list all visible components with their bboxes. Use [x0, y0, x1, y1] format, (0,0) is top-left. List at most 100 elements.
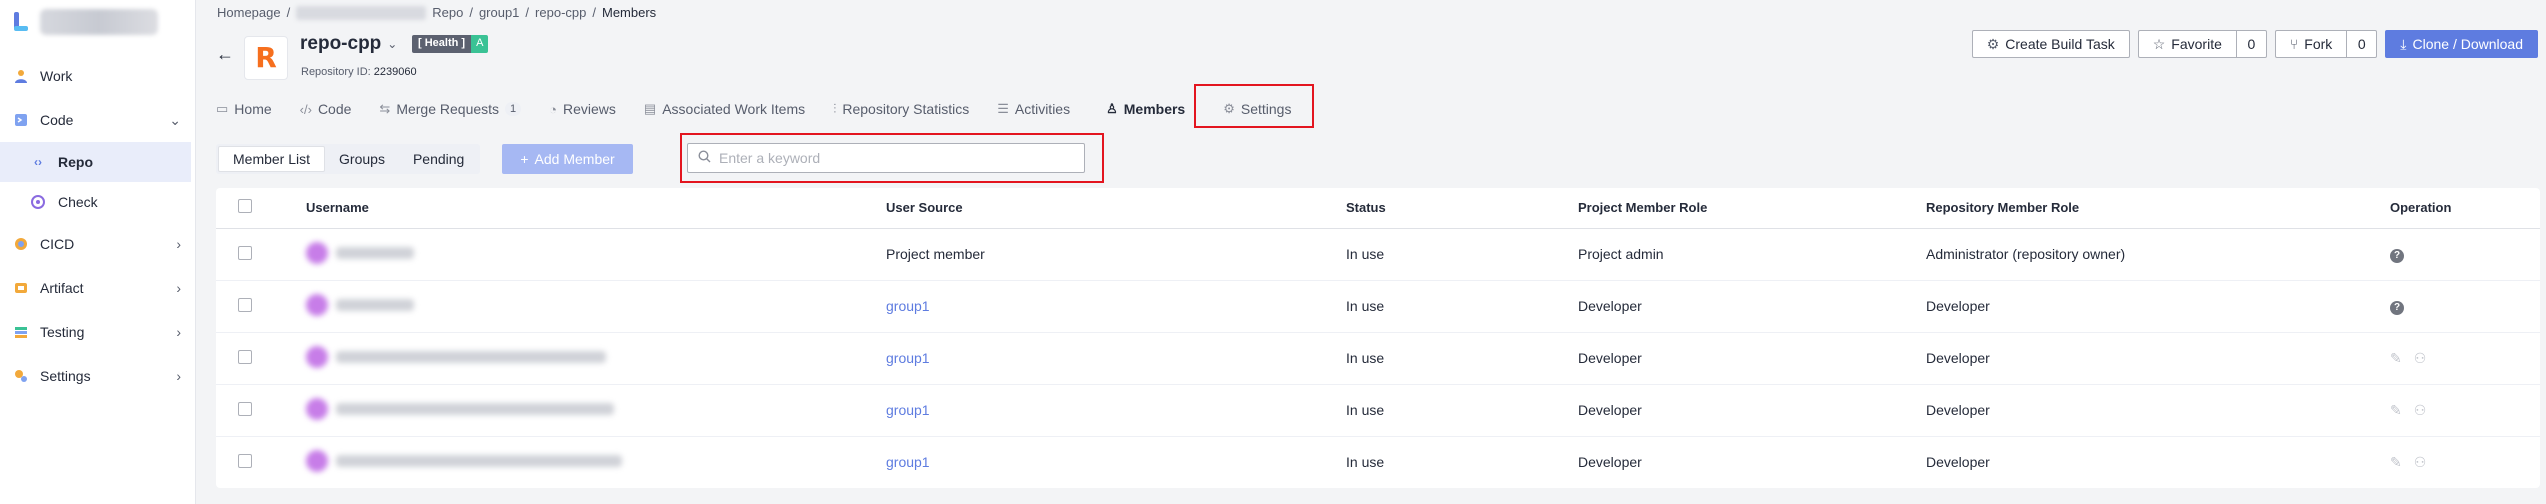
- sidebar-item-label: Check: [58, 194, 98, 210]
- create-build-task-button[interactable]: ⚙ Create Build Task: [1971, 30, 2130, 58]
- avatar: [306, 241, 328, 264]
- avatar: [306, 345, 328, 368]
- favorite-label: Favorite: [2171, 36, 2222, 52]
- clone-download-button[interactable]: ⤓ Clone / Download: [2385, 30, 2538, 58]
- row-checkbox[interactable]: [238, 453, 252, 468]
- row-checkbox[interactable]: [238, 401, 252, 416]
- chevron-right-icon: ›: [176, 236, 181, 252]
- sidebar-item-cicd[interactable]: CICD ›: [0, 222, 195, 266]
- fork-button[interactable]: ⑂ Fork: [2274, 30, 2348, 58]
- sidebar-item-code[interactable]: Code ⌄: [0, 98, 195, 142]
- chevron-right-icon: ›: [176, 368, 181, 384]
- sidebar-item-check[interactable]: Check: [0, 182, 191, 222]
- status: In use: [1346, 384, 1578, 437]
- breadcrumb-group[interactable]: group1: [479, 5, 519, 20]
- tab-associated-work-items[interactable]: ▤ Associated Work Items: [630, 91, 819, 127]
- col-operation: Operation: [2390, 188, 2540, 229]
- sidebar-item-testing[interactable]: Testing ›: [0, 310, 195, 354]
- breadcrumb-separator: /: [525, 5, 530, 20]
- username-blurred: [306, 345, 606, 368]
- tab-code[interactable]: ‹/› Code: [286, 91, 366, 127]
- code-icon: ‹/›: [299, 101, 312, 117]
- user-source-link[interactable]: group1: [886, 298, 930, 314]
- username-blurred: [306, 449, 622, 472]
- sidebar-header[interactable]: [0, 0, 195, 44]
- status: In use: [1346, 454, 1385, 471]
- sidebar-item-work[interactable]: Work: [0, 54, 195, 98]
- remove-member-icon[interactable]: ⚇: [2414, 454, 2427, 470]
- sidebar-item-label: Code: [40, 112, 74, 128]
- breadcrumb-repo-name[interactable]: repo-cpp: [535, 5, 586, 20]
- health-grade: A: [471, 35, 489, 53]
- favorite-button[interactable]: ☆ Favorite: [2137, 30, 2237, 58]
- repository-member-role: Administrator (repository owner): [1926, 228, 2390, 281]
- avatar: [306, 293, 328, 316]
- chevron-down-icon[interactable]: ⌄: [387, 37, 397, 51]
- tab-merge-requests[interactable]: ⇆ Merge Requests 1: [365, 91, 535, 127]
- remove-member-icon[interactable]: ⚇: [2414, 402, 2427, 418]
- sidebar-item-label: Testing: [40, 324, 85, 340]
- add-member-button[interactable]: + Add Member: [502, 144, 633, 174]
- work-icon: [12, 67, 30, 85]
- breadcrumb-home[interactable]: Homepage: [217, 5, 281, 20]
- sidebar-item-label: Settings: [40, 368, 91, 384]
- merge-requests-count: 1: [505, 102, 522, 116]
- remove-member-icon[interactable]: ⚇: [2414, 350, 2427, 366]
- sidebar-item-repo[interactable]: ‹› Repo: [0, 142, 191, 182]
- user-source-link[interactable]: group1: [886, 402, 930, 418]
- help-icon[interactable]: ?: [2390, 248, 2404, 263]
- repository-member-role: Developer: [1926, 280, 2390, 333]
- col-project-member-role: Project Member Role: [1578, 188, 1926, 229]
- back-arrow-icon[interactable]: ←: [216, 44, 234, 65]
- edit-icon[interactable]: ✎: [2390, 454, 2402, 470]
- edit-icon[interactable]: ✎: [2390, 350, 2402, 366]
- sidebar-item-artifact[interactable]: Artifact ›: [0, 266, 195, 310]
- repo-title[interactable]: repo-cpp ⌄: [300, 33, 397, 55]
- row-checkbox[interactable]: [238, 349, 252, 364]
- repo-avatar-icon: R: [244, 36, 288, 80]
- tab-reviews[interactable]: ◔ Reviews: [535, 91, 630, 127]
- table-row: Project member In use Project admin Admi…: [216, 228, 2540, 281]
- breadcrumb-repo[interactable]: Repo: [432, 5, 463, 20]
- tab-pending[interactable]: Pending: [399, 146, 478, 172]
- fork-count[interactable]: 0: [2347, 30, 2378, 58]
- tab-members[interactable]: ♙ Members: [1084, 91, 1209, 127]
- health-badge[interactable]: [ Health ] A: [412, 35, 489, 53]
- table-header-row: Username User Source Status Project Memb…: [216, 188, 2540, 229]
- tab-repository-statistics[interactable]: ⫶ Repository Statistics: [819, 91, 983, 127]
- sidebar-item-label: CICD: [40, 236, 75, 252]
- tab-home[interactable]: ▭ Home: [216, 91, 286, 127]
- tab-label: Activities: [1014, 101, 1071, 117]
- add-member-label: Add Member: [534, 151, 615, 167]
- row-checkbox[interactable]: [238, 297, 252, 312]
- edit-icon[interactable]: ✎: [2390, 402, 2402, 418]
- table-row: group1 In use Developer Developer ✎ ⚇: [216, 436, 2540, 488]
- statistics-icon: ⫶: [833, 101, 837, 116]
- help-icon[interactable]: ?: [2390, 300, 2404, 315]
- row-checkbox[interactable]: [238, 245, 252, 260]
- table-row: group1 In use Developer Developer ✎ ⚇: [216, 332, 2540, 385]
- select-all-checkbox[interactable]: [238, 199, 252, 214]
- breadcrumb: Homepage / Repo / group1 / repo-cpp / Me…: [217, 5, 656, 20]
- tab-groups[interactable]: Groups: [325, 146, 399, 172]
- cicd-icon: [12, 235, 30, 253]
- table-row: group1 In use Developer Developer ✎ ⚇: [216, 384, 2540, 437]
- table-row: group1 In use Developer Developer ?: [216, 280, 2540, 333]
- star-icon: ☆: [2152, 35, 2166, 52]
- tab-member-list[interactable]: Member List: [218, 146, 326, 172]
- favorite-count[interactable]: 0: [2236, 30, 2267, 58]
- project-member-role: Developer: [1578, 280, 1926, 333]
- members-table: Username User Source Status Project Memb…: [216, 188, 2540, 488]
- user-source-link[interactable]: group1: [886, 350, 930, 366]
- tab-activities[interactable]: ☰ Activities: [983, 91, 1084, 127]
- breadcrumb-project-blurred[interactable]: [296, 5, 427, 20]
- sidebar-item-settings[interactable]: Settings ›: [0, 354, 195, 398]
- merge-request-icon: ⇆: [379, 101, 391, 116]
- repo-name-text: repo-cpp: [300, 33, 382, 54]
- project-member-role: Developer: [1578, 332, 1926, 385]
- user-source-link[interactable]: group1: [886, 454, 930, 470]
- col-repository-member-role: Repository Member Role: [1926, 188, 2390, 229]
- fork-icon: ⑂: [2289, 36, 2299, 52]
- fork-group: ⑂ Fork 0: [2274, 30, 2378, 58]
- members-toolbar: Member List Groups Pending + Add Member: [216, 144, 633, 174]
